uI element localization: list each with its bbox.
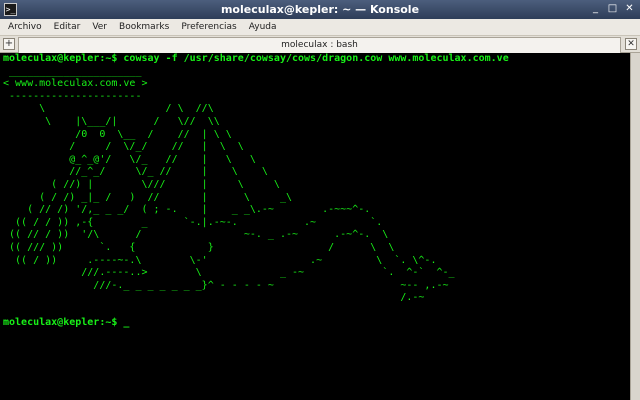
output-line: < www.moleculax.com.ve > [3,78,148,90]
window-title: moleculax@kepler: ~ — Konsole [220,3,420,16]
menu-preferencias[interactable]: Preferencias [175,22,242,32]
output-line: ( //) | \/// | \ \ [3,178,280,190]
output-line: (( / )) .----~-.\ \-' .~ \ `. \^-. [3,254,437,266]
menu-archivo[interactable]: Archivo [2,22,48,32]
output-line: ///.----..> \ _ -~ `. ^-` ^-_ [3,267,455,279]
output-line: (( // / )) '/\ / ~-. _ .-~ .-~^-. \ [3,229,389,241]
output-line: /.-~ [3,292,425,304]
terminal-view[interactable]: moleculax@kepler:~$ cowsay -f /usr/share… [0,53,630,400]
output-line: ( // /) '/,_ _ _/ ( ; -. | _ _\.-~ .-~~~… [3,204,371,216]
menu-editar[interactable]: Editar [48,22,87,32]
command-line: moleculax@kepler:~$ cowsay -f /usr/share… [3,53,509,64]
output-line: \ |\___/| / \// \\ [3,115,220,127]
output-line: ( / /) _|_ / ) // | \ _\ [3,191,292,203]
menu-ayuda[interactable]: Ayuda [243,22,283,32]
menu-ver[interactable]: Ver [86,22,113,32]
output-line: (( / / )) ,-{ _ `-.|.-~-. .~ `. [3,216,383,228]
output-line: ///-._ _ _ _ _ _ _}^ - - - - ~ ~-- ,.-~ [3,279,449,291]
output-line: //_^_/ \/_ // | \ \ [3,166,268,178]
output-line: @_^_@'/ \/_ // | \ \ [3,153,256,165]
close-tab-icon[interactable]: ✕ [625,38,637,50]
minimize-icon[interactable]: _ [589,3,602,16]
menu-bookmarks[interactable]: Bookmarks [113,22,175,32]
menu-bar: Archivo Editar Ver Bookmarks Preferencia… [0,19,640,36]
output-line: /0 0 \__ / // | \ \ [3,128,232,140]
terminal-scrollbar[interactable] [630,53,640,400]
maximize-icon[interactable]: □ [606,3,619,16]
close-icon[interactable]: ✕ [623,3,636,16]
output-line: \ / \ //\ [3,103,214,115]
shell-prompt[interactable]: moleculax@kepler:~$ _ [0,317,630,330]
new-tab-icon[interactable]: + [3,38,15,50]
output-line: ---------------------- [3,90,142,102]
window-titlebar[interactable]: >_ moleculax@kepler: ~ — Konsole _ □ ✕ [0,0,640,19]
tab-bash[interactable]: moleculax : bash [18,37,621,53]
output-line: / / \/_/ // | \ \ [3,141,244,153]
cowsay-output: ______________________ < www.moleculax.co… [0,66,630,305]
tab-bar: + moleculax : bash ✕ [0,36,640,53]
output-line: (( /// )) `. { } / \ \ [3,241,395,253]
output-line: ______________________ [3,65,142,77]
